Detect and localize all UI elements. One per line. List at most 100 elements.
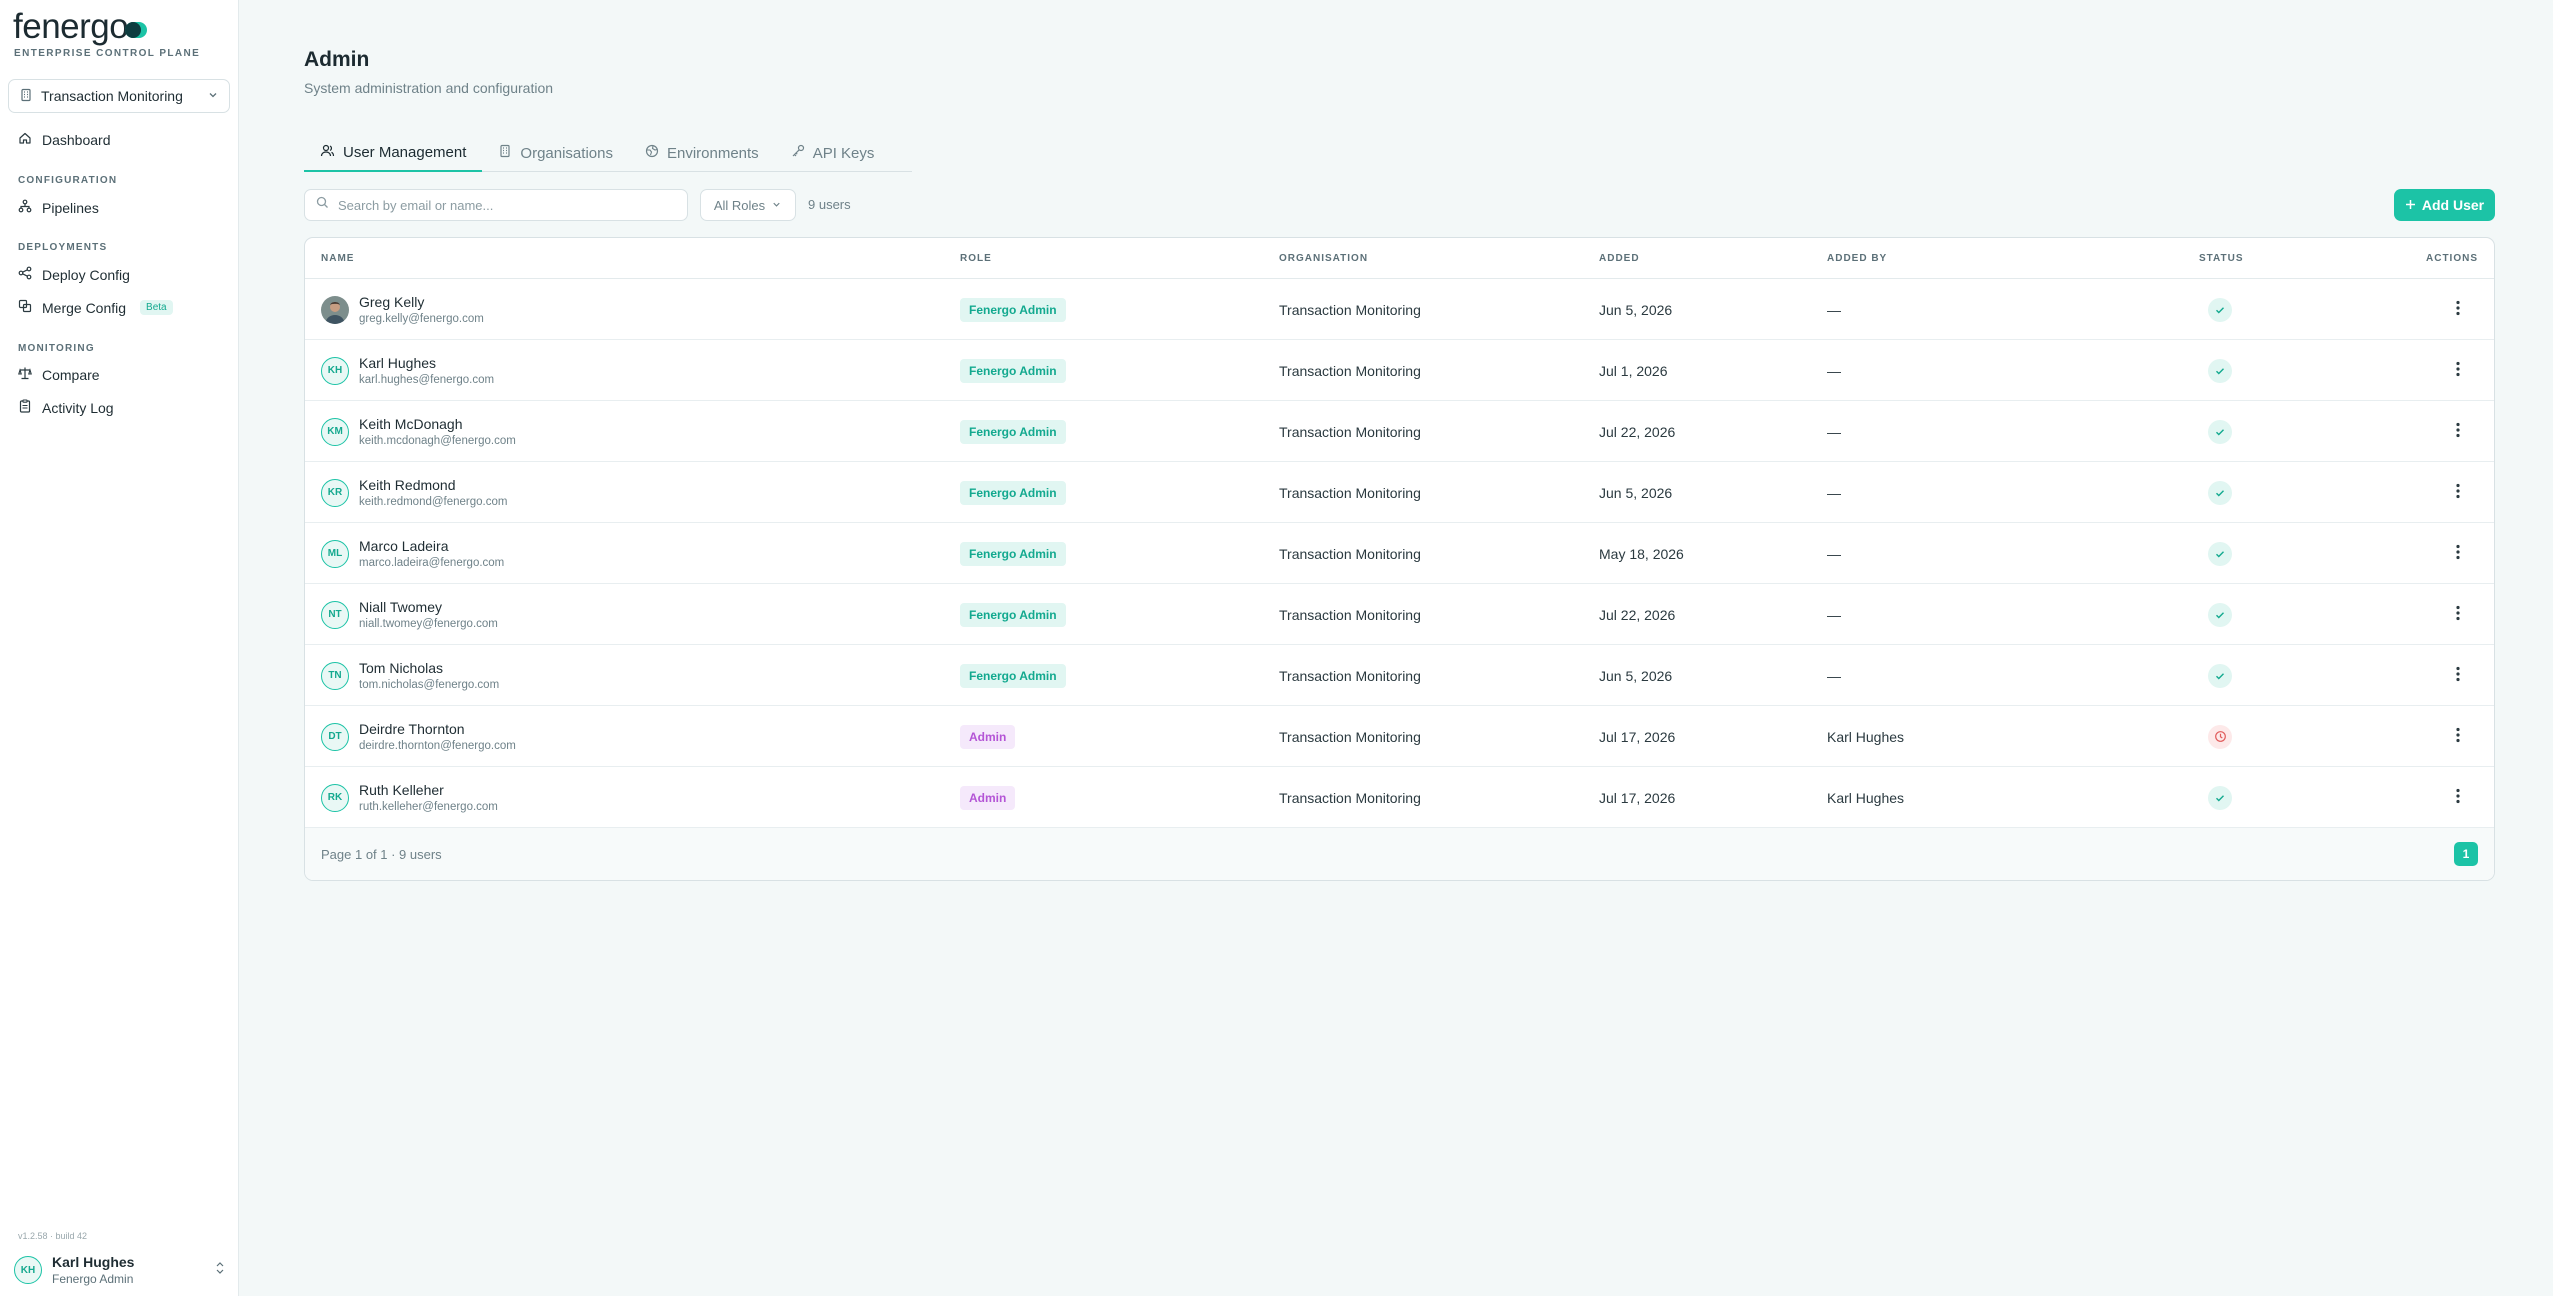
row-actions-menu[interactable] [2456, 279, 2460, 340]
table-row[interactable]: DT Deirdre Thornton deirdre.thornton@fener… [305, 706, 2494, 767]
table-row[interactable]: RK Ruth Kelleher ruth.kelleher@fenergo.com… [305, 767, 2494, 828]
search-input[interactable] [338, 197, 668, 213]
avatar: TN [321, 661, 349, 690]
status-cell [2208, 340, 2232, 401]
row-actions-menu[interactable] [2456, 340, 2460, 401]
name-block: Marco Ladeira marco.ladeira@fenergo.com [359, 538, 504, 569]
organisation-cell: Transaction Monitoring [1279, 362, 1421, 379]
added-cell: Jun 5, 2026 [1599, 667, 1673, 684]
added-cell: Jul 17, 2026 [1599, 728, 1676, 745]
name-block: Keith Redmond keith.redmond@fenergo.com [359, 477, 507, 508]
tab-environments[interactable]: Environments [629, 134, 775, 172]
row-actions-menu[interactable] [2456, 645, 2460, 706]
user-role: Fenergo Admin [52, 1272, 134, 1286]
sidebar-item-merge-config[interactable]: Merge Config Beta [18, 299, 173, 316]
user-name: Deirdre Thornton [359, 721, 465, 737]
search-field[interactable] [304, 189, 688, 221]
table-row[interactable]: Greg Kelly greg.kelly@fenergo.com Fenergo … [305, 279, 2494, 340]
pagination-info: Page 1 of 1 · 9 users [321, 846, 442, 862]
role-badge: Fenergo Admin [960, 480, 1066, 505]
chevron-updown-icon [214, 1261, 226, 1280]
name-cell: ML Marco Ladeira marco.ladeira@fenergo.com [321, 523, 504, 584]
name-block: Karl Hughes karl.hughes@fenergo.com [359, 355, 494, 386]
sidebar-item-deploy-config[interactable]: Deploy Config [18, 266, 130, 283]
row-actions-menu[interactable] [2456, 523, 2460, 584]
role-filter-dropdown[interactable]: All Roles [700, 189, 796, 221]
sidebar-item-pipelines[interactable]: Pipelines [18, 199, 99, 216]
name-cell: KH Karl Hughes karl.hughes@fenergo.com [321, 340, 494, 401]
check-status-icon [2208, 785, 2232, 810]
organisation-cell: Transaction Monitoring [1279, 728, 1421, 745]
table-row[interactable]: NT Niall Twomey niall.twomey@fenergo.com Fe… [305, 584, 2494, 645]
scale-icon [18, 366, 32, 383]
more-vertical-icon [2456, 788, 2460, 807]
table-row[interactable]: KR Keith Redmond keith.redmond@fenergo.com… [305, 462, 2494, 523]
page-title: Admin [304, 48, 370, 71]
tab-api-keys[interactable]: API Keys [775, 134, 891, 172]
more-vertical-icon [2456, 666, 2460, 685]
added-by-cell: — [1827, 606, 1841, 623]
sidebar-item-label: Compare [42, 366, 100, 383]
check-status-icon [2208, 358, 2232, 383]
status-cell [2208, 706, 2232, 767]
project-selector[interactable]: Transaction Monitoring [8, 79, 230, 113]
pipeline-icon [18, 199, 32, 216]
row-actions-menu[interactable] [2456, 706, 2460, 767]
role-filter-label: All Roles [713, 197, 766, 213]
row-actions-menu[interactable] [2456, 584, 2460, 645]
page-button[interactable]: 1 [2454, 842, 2478, 866]
status-cell [2208, 584, 2232, 645]
column-header-actions: ACTIONS [2426, 253, 2478, 264]
added-cell: Jul 22, 2026 [1599, 423, 1676, 440]
status-cell [2208, 767, 2232, 828]
more-vertical-icon [2456, 361, 2460, 380]
column-header-role: ROLE [960, 253, 992, 264]
chevron-down-icon [771, 198, 782, 213]
user-info: Karl Hughes Fenergo Admin [52, 1254, 134, 1286]
row-actions-menu[interactable] [2456, 401, 2460, 462]
logo-text: fenergo [13, 7, 129, 46]
table-body: Greg Kelly greg.kelly@fenergo.com Fenergo … [305, 279, 2494, 828]
status-cell [2208, 462, 2232, 523]
avatar: KH [321, 356, 349, 385]
table-row[interactable]: TN Tom Nicholas tom.nicholas@fenergo.com Fe… [305, 645, 2494, 706]
column-header-added: ADDED [1599, 253, 1640, 264]
added-by-cell: — [1827, 545, 1841, 562]
column-header-status: STATUS [2199, 253, 2244, 264]
role-badge: Fenergo Admin [960, 419, 1066, 444]
sidebar-item-label: Pipelines [42, 199, 99, 216]
user-email: keith.mcdonagh@fenergo.com [359, 435, 516, 447]
row-actions-menu[interactable] [2456, 462, 2460, 523]
role-badge: Admin [960, 785, 1016, 810]
plus-icon [2405, 197, 2416, 213]
user-email: tom.nicholas@fenergo.com [359, 679, 500, 691]
sidebar-item-compare[interactable]: Compare [18, 366, 100, 383]
name-cell: TN Tom Nicholas tom.nicholas@fenergo.com [321, 645, 499, 706]
row-actions-menu[interactable] [2456, 767, 2460, 828]
role-cell: Fenergo Admin [960, 279, 1066, 340]
share-nodes-icon [18, 266, 32, 283]
organisation-cell: Transaction Monitoring [1279, 301, 1421, 318]
user-name: Keith McDonagh [359, 416, 463, 432]
user-count: 9 users [808, 197, 851, 212]
more-vertical-icon [2456, 605, 2460, 624]
add-user-button[interactable]: Add User [2394, 189, 2495, 221]
avatar: KH [14, 1256, 42, 1284]
role-badge: Fenergo Admin [960, 358, 1066, 383]
tab-organisations[interactable]: Organisations [482, 134, 629, 172]
user-menu[interactable]: KH Karl Hughes Fenergo Admin [14, 1254, 226, 1286]
user-email: greg.kelly@fenergo.com [359, 313, 484, 325]
tab-user-management[interactable]: User Management [304, 134, 483, 172]
table-footer: Page 1 of 1 · 9 users 1 [305, 828, 2494, 880]
role-cell: Fenergo Admin [960, 584, 1066, 645]
added-by-cell: Karl Hughes [1827, 789, 1905, 806]
sidebar-item-activity-log[interactable]: Activity Log [18, 399, 114, 416]
user-email: marco.ladeira@fenergo.com [359, 557, 505, 569]
table-row[interactable]: KM Keith McDonagh keith.mcdonagh@fenergo.c… [305, 401, 2494, 462]
fenergo-logo[interactable]: fenergo [13, 7, 148, 46]
user-email: ruth.kelleher@fenergo.com [359, 801, 498, 813]
table-row[interactable]: ML Marco Ladeira marco.ladeira@fenergo.com… [305, 523, 2494, 584]
sidebar-item-dashboard[interactable]: Dashboard [18, 131, 111, 148]
role-cell: Fenergo Admin [960, 462, 1066, 523]
table-row[interactable]: KH Karl Hughes karl.hughes@fenergo.com Fene… [305, 340, 2494, 401]
